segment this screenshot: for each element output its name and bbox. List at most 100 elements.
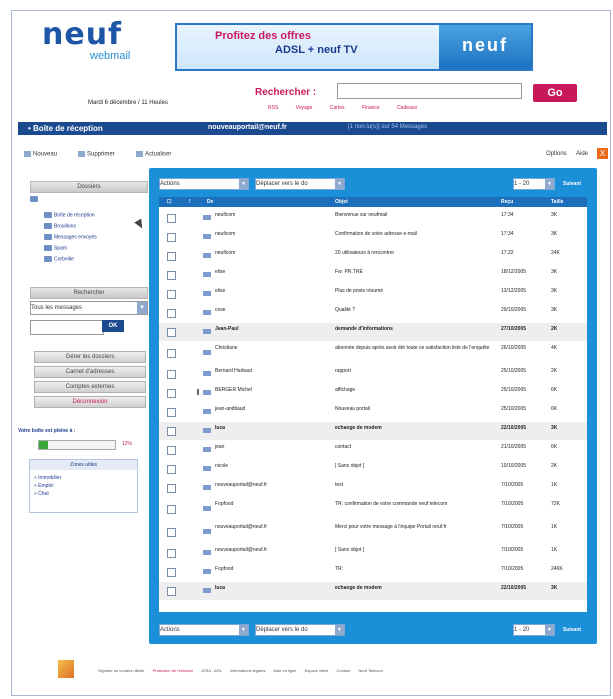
row-from[interactable]: neuficom — [215, 250, 333, 257]
table-row[interactable]: luca echange de modem 22/10/2005 3K — [159, 582, 587, 600]
next-page-link-top[interactable]: Suivant — [563, 181, 581, 187]
row-checkbox[interactable] — [167, 271, 176, 280]
table-row[interactable]: nicole[ Sans objet ] 10/10/2005 2K — [159, 460, 587, 478]
row-from[interactable]: neuficom — [215, 212, 333, 219]
close-icon[interactable]: X — [597, 148, 608, 159]
table-row[interactable]: Jean-Paul demande d'informations 27/10/200… — [159, 323, 587, 341]
zone-link-emploi[interactable]: » Emploi — [34, 483, 53, 489]
row-checkbox[interactable] — [167, 370, 176, 379]
folder-spam[interactable]: Spam — [44, 245, 67, 251]
footer-link[interactable]: Aide en ligne — [273, 668, 296, 673]
row-subject[interactable]: Plus de posts résumé — [335, 288, 495, 295]
actions-select-bottom[interactable]: Actions ▼ — [159, 624, 249, 636]
move-to-select-bottom[interactable]: Déplacer vers le do ▼ — [255, 624, 345, 636]
table-row[interactable]: BERGER Michel affichage 25/10/2005 6K — [159, 384, 587, 402]
row-checkbox[interactable] — [167, 528, 176, 537]
row-checkbox[interactable] — [167, 214, 176, 223]
row-from[interactable]: Christiane — [215, 345, 333, 352]
logout-button[interactable]: Déconnexion — [34, 396, 146, 408]
address-book-button[interactable]: Carnet d'adresses — [34, 366, 146, 378]
row-subject[interactable]: TR: — [335, 566, 495, 573]
row-from[interactable]: jean — [215, 444, 333, 451]
folder-trash[interactable]: Corbeille — [44, 256, 74, 262]
row-checkbox[interactable] — [167, 290, 176, 299]
row-from[interactable]: luca — [215, 425, 333, 432]
row-from[interactable]: luca — [215, 585, 333, 592]
footer-link[interactable]: ICRA - AFA — [201, 668, 221, 673]
search-link-finance[interactable]: Finance — [362, 105, 380, 111]
row-subject[interactable]: Nouveau portail — [335, 406, 495, 413]
table-row[interactable]: nouveauportail@neuf.fr Merci pour votre m… — [159, 521, 587, 543]
table-row[interactable]: luca echange de modem 22/10/2005 3K — [159, 422, 587, 440]
col-received[interactable]: Reçu — [501, 199, 513, 205]
page-range-select-top[interactable]: 1 - 20 ▼ — [513, 178, 555, 190]
row-checkbox[interactable] — [167, 568, 176, 577]
manage-folders-button[interactable]: Gérer les dossiers — [34, 351, 146, 363]
row-from[interactable]: nouveauportail@neuf.fr — [215, 547, 333, 554]
table-row[interactable]: Fopfood TR: confirmation de votre command… — [159, 498, 587, 520]
row-subject[interactable]: 20 utilisateurs à rencontrer — [335, 250, 495, 257]
row-from[interactable]: neuficom — [215, 231, 333, 238]
table-row[interactable]: neuficom Confirmation de votre adresse e-… — [159, 228, 587, 246]
footer-link[interactable]: Contact — [337, 668, 351, 673]
next-page-link-bottom[interactable]: Suivant — [563, 627, 581, 633]
row-checkbox[interactable] — [167, 349, 176, 358]
row-subject[interactable]: test — [335, 482, 495, 489]
row-subject[interactable]: demande d'informations — [335, 326, 495, 333]
new-button[interactable]: Nouveau — [24, 151, 57, 158]
row-from[interactable]: Jean-Paul — [215, 326, 333, 333]
options-link[interactable]: Options — [546, 151, 567, 157]
row-from[interactable]: nicole — [215, 463, 333, 470]
row-checkbox[interactable] — [167, 427, 176, 436]
row-from[interactable]: elise — [215, 288, 333, 295]
search-scope-select[interactable]: Tous les messages ▼ — [30, 301, 148, 315]
col-size[interactable]: Taille — [551, 199, 563, 205]
row-subject[interactable]: rapport — [335, 368, 495, 375]
zone-link-immobilier[interactable]: » Immobilier — [34, 475, 61, 481]
row-from[interactable]: elise — [215, 269, 333, 276]
footer-link[interactable]: Informations légales — [230, 668, 266, 673]
row-subject[interactable]: echange de modem — [335, 425, 495, 432]
row-checkbox[interactable] — [167, 484, 176, 493]
row-checkbox[interactable] — [167, 505, 176, 514]
row-subject[interactable]: abonnée depuis après avoir été toute ce … — [335, 345, 495, 352]
search-link-cartes[interactable]: Cartes — [330, 105, 345, 111]
row-subject[interactable]: Merci pour votre message à l'équipe Port… — [335, 524, 495, 531]
folder-inbox[interactable]: Boîte de réception — [44, 212, 95, 218]
table-row[interactable]: nouveauportail@neuf.fr test 7/10/2005 1K — [159, 479, 587, 497]
col-from[interactable]: De — [207, 199, 213, 205]
zone-link-chat[interactable]: » Chat — [34, 491, 49, 497]
row-from[interactable]: Fopfood — [215, 501, 333, 508]
promo-banner[interactable]: Profitez des offres ADSL + neuf TV neuf — [175, 23, 533, 71]
row-checkbox[interactable] — [167, 587, 176, 596]
footer-link[interactable]: Espace client — [305, 668, 329, 673]
row-from[interactable]: nouveauportail@neuf.fr — [215, 482, 333, 489]
row-checkbox[interactable] — [167, 309, 176, 318]
search-go-button[interactable]: Go — [533, 84, 577, 102]
refresh-button[interactable]: Actualiser — [136, 151, 171, 158]
row-checkbox[interactable] — [167, 446, 176, 455]
table-row[interactable]: jean contact 21/10/2005 6K — [159, 441, 587, 459]
row-from[interactable]: Fopfood — [215, 566, 333, 573]
search-input[interactable] — [337, 83, 522, 99]
row-subject[interactable]: Bienvenue sur neufmail — [335, 212, 495, 219]
page-range-select-bottom[interactable]: 1 - 20 ▼ — [513, 624, 555, 636]
footer-link[interactable]: Signaler un contenu illicite — [98, 668, 144, 673]
row-checkbox[interactable] — [167, 233, 176, 242]
external-accounts-button[interactable]: Comptes externes — [34, 381, 146, 393]
row-checkbox[interactable] — [167, 465, 176, 474]
table-row[interactable]: neuficom 20 utilisateurs à rencontrer 17:2… — [159, 247, 587, 265]
table-row[interactable]: neuficom Bienvenue sur neufmail 17:34 3K — [159, 209, 587, 227]
search-link-voyage[interactable]: Voyage — [296, 105, 313, 111]
neuf-logo[interactable]: neuf webmail — [42, 20, 152, 70]
row-subject[interactable]: [ Sans objet ] — [335, 463, 495, 470]
table-row[interactable]: elise Fw: PR.TRE 18/12/2005 3K — [159, 266, 587, 284]
row-from[interactable]: Bernard Harbaut — [215, 368, 333, 375]
table-row[interactable]: Bernard Harbaut rapport 25/10/2005 2K — [159, 365, 587, 383]
row-subject[interactable]: TR: confirmation de votre commande neuf … — [335, 501, 495, 508]
row-from[interactable]: nouveauportail@neuf.fr — [215, 524, 333, 531]
table-row[interactable]: elise Plus de posts résumé 13/12/2005 3K — [159, 285, 587, 303]
row-from[interactable]: BERGER Michel — [215, 387, 333, 394]
select-all-checkbox[interactable]: ☐ — [167, 199, 171, 205]
sidebar-search-input[interactable] — [30, 320, 104, 335]
